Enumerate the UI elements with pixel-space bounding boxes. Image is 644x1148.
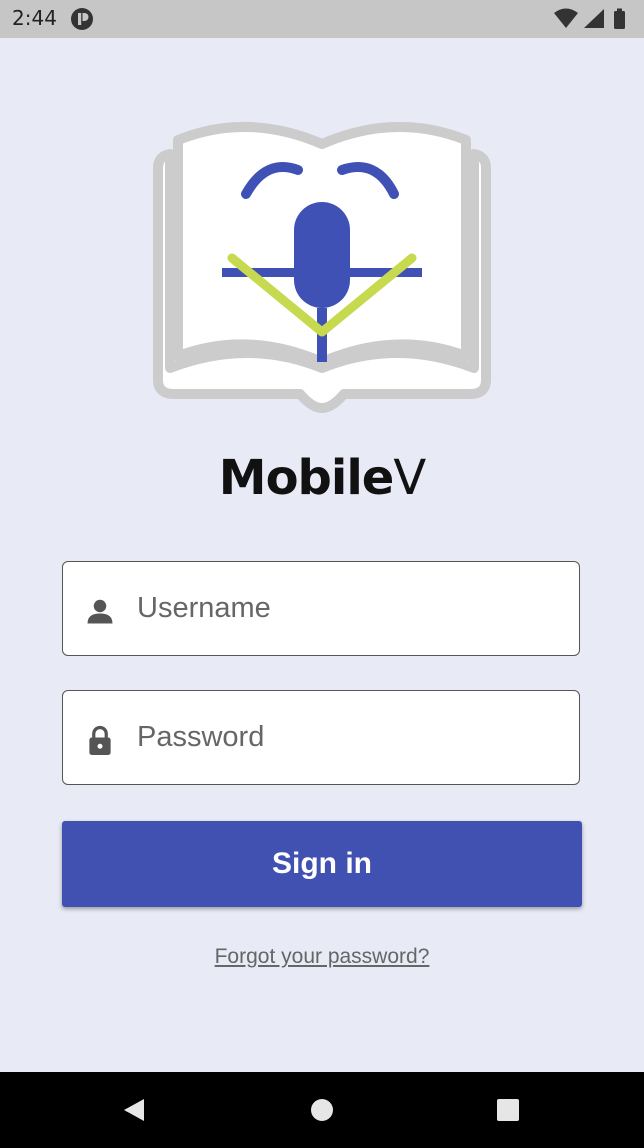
recents-icon[interactable] bbox=[494, 1096, 522, 1124]
lock-icon bbox=[89, 725, 111, 755]
wifi-icon bbox=[554, 8, 578, 28]
password-field[interactable] bbox=[62, 690, 580, 785]
book-microphone-logo bbox=[153, 121, 491, 413]
forgot-password-link[interactable]: Forgot your password? bbox=[0, 945, 644, 969]
status-time: 2:44 bbox=[12, 6, 57, 30]
app-name-main: Mobile bbox=[218, 450, 395, 506]
app-name: MobileV bbox=[0, 450, 644, 506]
status-icons bbox=[554, 8, 625, 29]
username-input[interactable] bbox=[137, 562, 557, 654]
status-bar: 2:44 bbox=[0, 0, 644, 38]
username-field[interactable] bbox=[62, 561, 580, 656]
home-icon[interactable] bbox=[308, 1096, 336, 1124]
sign-in-button[interactable]: Sign in bbox=[62, 821, 582, 907]
login-screen: MobileV Sign in Forgot your password? bbox=[0, 38, 644, 1072]
navigation-bar bbox=[0, 1072, 644, 1148]
app-notification-icon bbox=[71, 8, 93, 30]
cellular-signal-icon bbox=[584, 9, 604, 28]
password-input[interactable] bbox=[137, 691, 557, 783]
back-icon[interactable] bbox=[120, 1096, 148, 1124]
battery-icon bbox=[614, 8, 625, 29]
person-icon bbox=[87, 599, 113, 624]
app-name-suffix: V bbox=[393, 450, 426, 506]
